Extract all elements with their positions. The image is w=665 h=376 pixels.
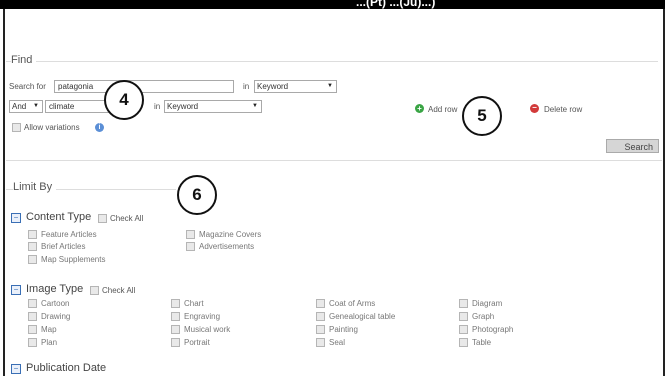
checkbox-table[interactable]: [459, 338, 468, 347]
label-seal: Seal: [329, 338, 346, 347]
collapse-image-type-icon[interactable]: −: [11, 285, 21, 295]
label-cartoon: Cartoon: [41, 299, 70, 308]
checkbox-diagram[interactable]: [459, 299, 468, 308]
in-label-1: in: [243, 82, 250, 91]
add-row-link[interactable]: Add row: [428, 105, 457, 114]
label-advertisements: Advertisements: [199, 242, 255, 251]
checkbox-drawing[interactable]: [28, 312, 37, 321]
checkbox-portrait[interactable]: [171, 338, 180, 347]
content-type-check-all-checkbox[interactable]: [98, 214, 107, 223]
label-engraving: Engraving: [184, 312, 221, 321]
checkbox-feature-articles[interactable]: [28, 230, 37, 239]
label-genealogical-table: Genealogical table: [329, 312, 396, 321]
top-bar-text: ...(Pt) ...(Ju)...): [356, 0, 436, 9]
content-type-check-all-label: Check All: [110, 214, 144, 223]
limit-by-title: Limit By: [13, 181, 57, 193]
find-title: Find: [11, 54, 37, 66]
frame-left-border: [3, 9, 5, 376]
image-type-title: Image Type: [26, 283, 84, 295]
section-separator: [6, 160, 662, 161]
checkbox-plan[interactable]: [28, 338, 37, 347]
label-plan: Plan: [41, 338, 58, 347]
collapse-publication-date-icon[interactable]: −: [11, 364, 21, 374]
callout-6: 6: [177, 175, 217, 215]
search-button[interactable]: Search: [606, 139, 659, 153]
search-term-2-input[interactable]: climate: [45, 100, 110, 113]
checkbox-coat-of-arms[interactable]: [316, 299, 325, 308]
delete-row-icon[interactable]: −: [530, 104, 539, 113]
checkbox-engraving[interactable]: [171, 312, 180, 321]
checkbox-advertisements[interactable]: [186, 242, 195, 251]
allow-variations-checkbox[interactable]: [12, 123, 21, 132]
checkbox-photograph[interactable]: [459, 325, 468, 334]
label-coat-of-arms: Coat of Arms: [329, 299, 376, 308]
find-header-line: [6, 61, 658, 62]
checkbox-graph[interactable]: [459, 312, 468, 321]
dropdown-arrow-icon: ▼: [327, 83, 333, 89]
checkbox-genealogical-table[interactable]: [316, 312, 325, 321]
dropdown-arrow-icon: ▼: [252, 103, 258, 109]
callout-5: 5: [462, 96, 502, 136]
publication-date-title: Publication Date: [26, 362, 107, 374]
checkbox-brief-articles[interactable]: [28, 242, 37, 251]
label-diagram: Diagram: [472, 299, 503, 308]
checkbox-chart[interactable]: [171, 299, 180, 308]
label-painting: Painting: [329, 325, 358, 334]
label-map-supplements: Map Supplements: [41, 255, 106, 264]
checkbox-magazine-covers[interactable]: [186, 230, 195, 239]
label-feature-articles: Feature Articles: [41, 230, 97, 239]
delete-row-link[interactable]: Delete row: [544, 105, 582, 114]
callout-4: 4: [104, 80, 144, 120]
collapse-content-type-icon[interactable]: −: [11, 213, 21, 223]
label-magazine-covers: Magazine Covers: [199, 230, 262, 239]
search-for-label: Search for: [9, 82, 46, 91]
label-table: Table: [472, 338, 492, 347]
label-portrait: Portrait: [184, 338, 210, 347]
image-type-check-all-checkbox[interactable]: [90, 286, 99, 295]
checkbox-map[interactable]: [28, 325, 37, 334]
field-select-1-value: Keyword: [257, 82, 289, 91]
label-photograph: Photograph: [472, 325, 514, 334]
label-chart: Chart: [184, 299, 204, 308]
allow-variations-label: Allow variations: [24, 123, 80, 132]
field-select-2-value: Keyword: [167, 102, 199, 111]
operator-select[interactable]: And ▼: [9, 100, 43, 113]
checkbox-musical-work[interactable]: [171, 325, 180, 334]
top-bar: ...(Pt) ...(Ju)...): [0, 0, 665, 9]
checkbox-seal[interactable]: [316, 338, 325, 347]
field-select-1[interactable]: Keyword ▼: [254, 80, 337, 93]
checkbox-painting[interactable]: [316, 325, 325, 334]
add-row-icon[interactable]: +: [415, 104, 424, 113]
in-label-2: in: [154, 102, 161, 111]
label-brief-articles: Brief Articles: [41, 242, 86, 251]
content-type-title: Content Type: [26, 211, 92, 223]
dropdown-arrow-icon: ▼: [33, 103, 39, 109]
label-drawing: Drawing: [41, 312, 71, 321]
label-musical-work: Musical work: [184, 325, 231, 334]
label-map: Map: [41, 325, 57, 334]
field-select-2[interactable]: Keyword ▼: [164, 100, 262, 113]
label-graph: Graph: [472, 312, 495, 321]
image-type-check-all-label: Check All: [102, 286, 136, 295]
checkbox-map-supplements[interactable]: [28, 255, 37, 264]
checkbox-cartoon[interactable]: [28, 299, 37, 308]
search-term-1-input[interactable]: patagonia: [54, 80, 234, 93]
info-icon[interactable]: i: [95, 123, 104, 132]
operator-select-value: And: [12, 102, 27, 111]
